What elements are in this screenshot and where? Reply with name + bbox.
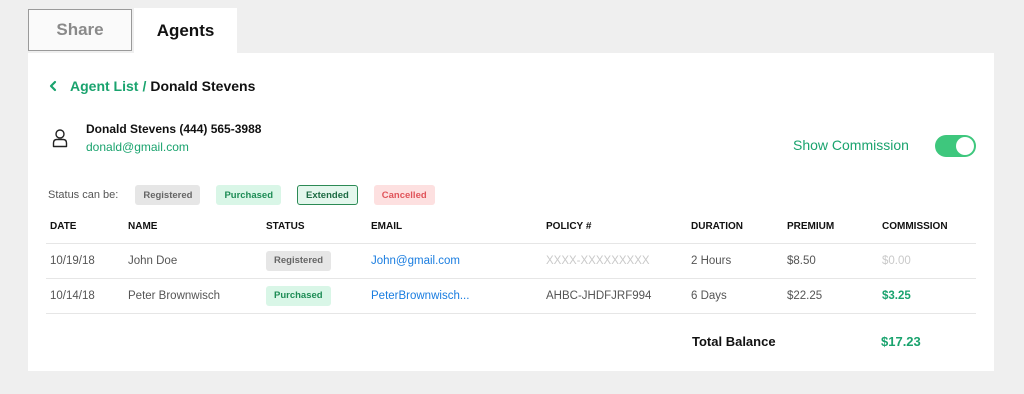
cell-status: Purchased (262, 278, 367, 314)
cell-policy: XXXX-XXXXXXXXX (542, 243, 687, 279)
breadcrumb: Agent List / Donald Stevens (48, 78, 255, 94)
column-header-duration: DURATION (687, 211, 783, 244)
agent-detail-panel: Agent List / Donald Stevens Donald Steve… (28, 53, 994, 371)
cell-date: 10/19/18 (46, 243, 124, 279)
column-header-policy: POLICY # (542, 211, 687, 244)
show-commission-toggle[interactable] (935, 135, 976, 157)
user-icon (52, 129, 68, 148)
cell-premium: $22.25 (783, 278, 878, 314)
total-balance-value: $17.23 (881, 334, 921, 349)
breadcrumb-agent-list-link[interactable]: Agent List (70, 78, 138, 94)
breadcrumb-current: Donald Stevens (150, 78, 256, 94)
cell-premium: $8.50 (783, 243, 878, 279)
cell-email[interactable]: PeterBrownwisch... (367, 278, 542, 314)
table-header-row: DATE NAME STATUS EMAIL POLICY # DURATION… (46, 211, 976, 244)
status-badge: Purchased (266, 285, 331, 306)
column-header-commission: COMMISSION (878, 211, 976, 244)
column-header-name: NAME (124, 211, 262, 244)
status-badge-extended: Extended (297, 185, 358, 205)
column-header-date: DATE (46, 211, 124, 244)
cell-commission: $0.00 (878, 243, 976, 279)
cell-date: 10/14/18 (46, 278, 124, 314)
cell-email[interactable]: John@gmail.com (367, 243, 542, 279)
cell-commission: $3.25 (878, 278, 976, 314)
toggle-knob (956, 137, 974, 155)
total-balance-label: Total Balance (692, 334, 776, 349)
status-legend: Status can be: Registered Purchased Exte… (48, 185, 451, 205)
status-badge-purchased: Purchased (216, 185, 282, 205)
status-badge-cancelled: Cancelled (373, 185, 435, 205)
agent-name-phone: Donald Stevens (444) 565-3988 (86, 122, 262, 136)
cell-duration: 2 Hours (687, 243, 783, 279)
column-header-status: STATUS (262, 211, 367, 244)
status-badge-registered: Registered (135, 185, 201, 205)
cell-name: John Doe (124, 243, 262, 279)
column-header-premium: PREMIUM (783, 211, 878, 244)
table-row[interactable]: 10/19/18 John Doe Registered John@gmail.… (46, 243, 976, 279)
show-commission-label: Show Commission (793, 137, 909, 153)
tab-share[interactable]: Share (28, 9, 132, 51)
chevron-left-icon[interactable] (48, 79, 58, 93)
cell-policy: AHBC-JHDFJRF994 (542, 278, 687, 314)
cell-status: Registered (262, 243, 367, 279)
cell-duration: 6 Days (687, 278, 783, 314)
agent-email[interactable]: donald@gmail.com (86, 140, 189, 154)
column-header-email: EMAIL (367, 211, 542, 244)
policy-table: DATE NAME STATUS EMAIL POLICY # DURATION… (46, 211, 976, 314)
status-badge: Registered (266, 250, 332, 271)
breadcrumb-separator: / (142, 78, 147, 94)
tab-agents[interactable]: Agents (134, 8, 237, 53)
cell-name: Peter Brownwisch (124, 278, 262, 314)
status-legend-title: Status can be: (48, 189, 119, 201)
table-row[interactable]: 10/14/18 Peter Brownwisch Purchased Pete… (46, 278, 976, 314)
